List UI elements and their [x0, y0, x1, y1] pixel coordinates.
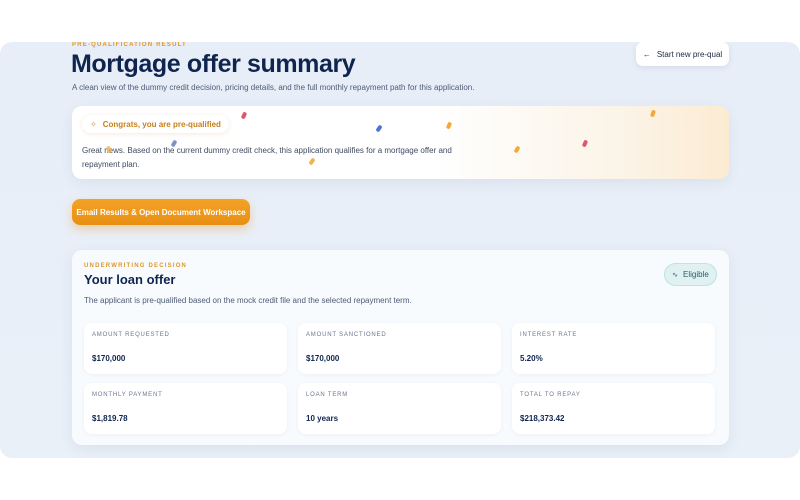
metric-value: $170,000	[306, 354, 340, 363]
congrats-message: Great news. Based on the current dummy c…	[82, 146, 452, 169]
page-title: Mortgage offer summary	[71, 50, 356, 78]
confetti-piece	[649, 109, 657, 118]
page-eyebrow: PRE-QUALIFICATION RESULT	[72, 42, 187, 48]
email-results-button[interactable]: Email Results & Open Document Workspace	[72, 199, 250, 225]
metric-label: AMOUNT SANCTIONED	[306, 332, 387, 338]
metric-label: AMOUNT REQUESTED	[92, 332, 170, 338]
metric-label: INTEREST RATE	[520, 332, 578, 338]
metric-label: LOAN TERM	[306, 392, 349, 398]
confetti-piece	[513, 145, 521, 154]
page-subtitle: A clean view of the dummy credit decisio…	[72, 83, 475, 92]
offer-description: The applicant is pre-qualified based on …	[84, 296, 412, 305]
congrats-card: ✧ Congrats, you are pre-qualified Great …	[72, 106, 729, 179]
confetti-piece	[240, 111, 248, 120]
offer-title: Your loan offer	[84, 272, 176, 287]
start-new-prequal-label: Start new pre-qual	[656, 49, 723, 59]
metric-amount-sanctioned: AMOUNT SANCTIONED $170,000	[298, 323, 501, 374]
loan-offer-card: UNDERWRITING DECISION Your loan offer Th…	[72, 250, 729, 445]
congrats-pill-label: Congrats, you are pre-qualified	[102, 119, 221, 129]
metric-value: $170,000	[92, 354, 126, 363]
metric-value: 10 years	[306, 414, 339, 423]
confetti-piece	[445, 121, 453, 130]
metric-monthly-payment: MONTHLY PAYMENT $1,819.78	[84, 383, 287, 434]
arrow-left-icon: ←	[642, 49, 651, 59]
congrats-pill: ✧ Congrats, you are pre-qualified	[82, 115, 229, 133]
metric-value: $218,373.42	[520, 414, 565, 423]
offer-eyebrow: UNDERWRITING DECISION	[84, 263, 188, 269]
status-badge-label: Eligible	[683, 270, 709, 279]
metric-total-to-repay: TOTAL TO REPAY $218,373.42	[512, 383, 715, 434]
metric-label: MONTHLY PAYMENT	[92, 392, 163, 398]
sparkle-icon: ✧	[90, 119, 97, 129]
metric-label: TOTAL TO REPAY	[520, 392, 581, 398]
status-badge: ∿ Eligible	[664, 263, 717, 286]
metric-loan-term: LOAN TERM 10 years	[298, 383, 501, 434]
metric-amount-requested: AMOUNT REQUESTED $170,000	[84, 323, 287, 374]
metric-value: $1,819.78	[92, 414, 128, 423]
confetti-piece	[375, 124, 383, 133]
pulse-icon: ∿	[672, 271, 679, 279]
metric-value: 5.20%	[520, 354, 543, 363]
page-container: PRE-QUALIFICATION RESULT Mortgage offer …	[0, 42, 800, 458]
start-new-prequal-button[interactable]: ← Start new pre-qual	[636, 42, 729, 66]
confetti-piece	[581, 139, 589, 148]
metric-interest-rate: INTEREST RATE 5.20%	[512, 323, 715, 374]
